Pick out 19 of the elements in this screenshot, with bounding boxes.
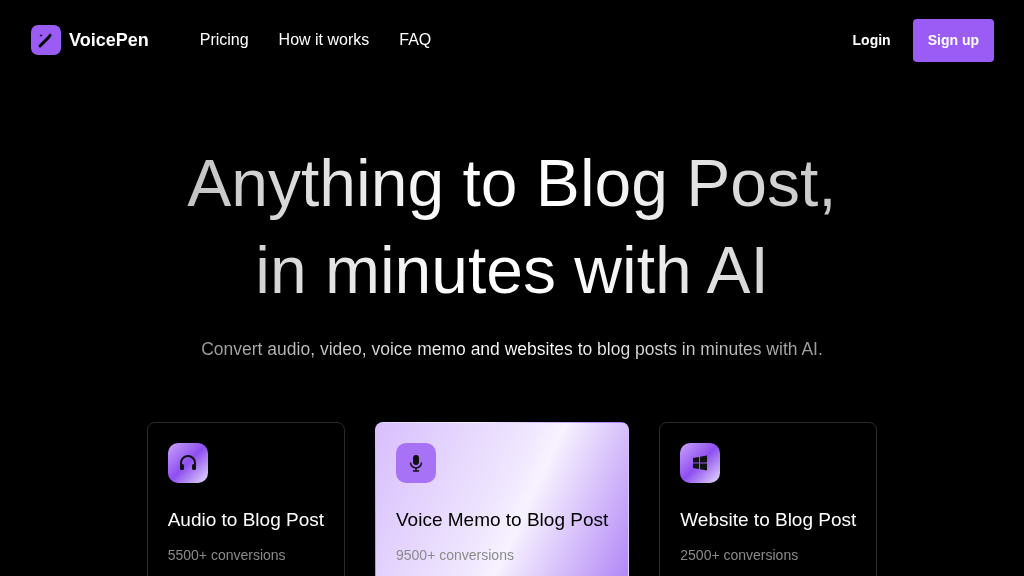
headphones-icon [167,443,208,484]
card-title: Voice Memo to Blog Post [396,508,609,533]
signup-button[interactable]: Sign up [912,18,994,62]
nav-link[interactable]: How it works [278,28,370,52]
nav-link[interactable]: Pricing [199,28,249,52]
microphone-icon [396,443,436,484]
conversion-count: 5500+ conversions [167,545,287,565]
card-title: Website to Blog Post [680,508,857,533]
logo-icon [31,25,61,55]
brand-name[interactable]: VoicePen [69,26,149,54]
login-link[interactable]: Login [852,29,891,51]
conversion-count: 2500+ conversions [680,545,800,565]
nav-link[interactable]: FAQ [399,28,432,52]
feature-card[interactable]: Audio to Blog Post 5500+ conversions [146,422,345,576]
feature-card[interactable]: Website to Blog Post 2500+ conversions [659,422,878,576]
card-title: Audio to Blog Post [167,508,324,533]
feature-card[interactable]: Voice Memo to Blog Post 9500+ conversions [375,422,630,576]
conversion-count: 9500+ conversions [396,545,515,565]
windows-icon [680,443,721,484]
